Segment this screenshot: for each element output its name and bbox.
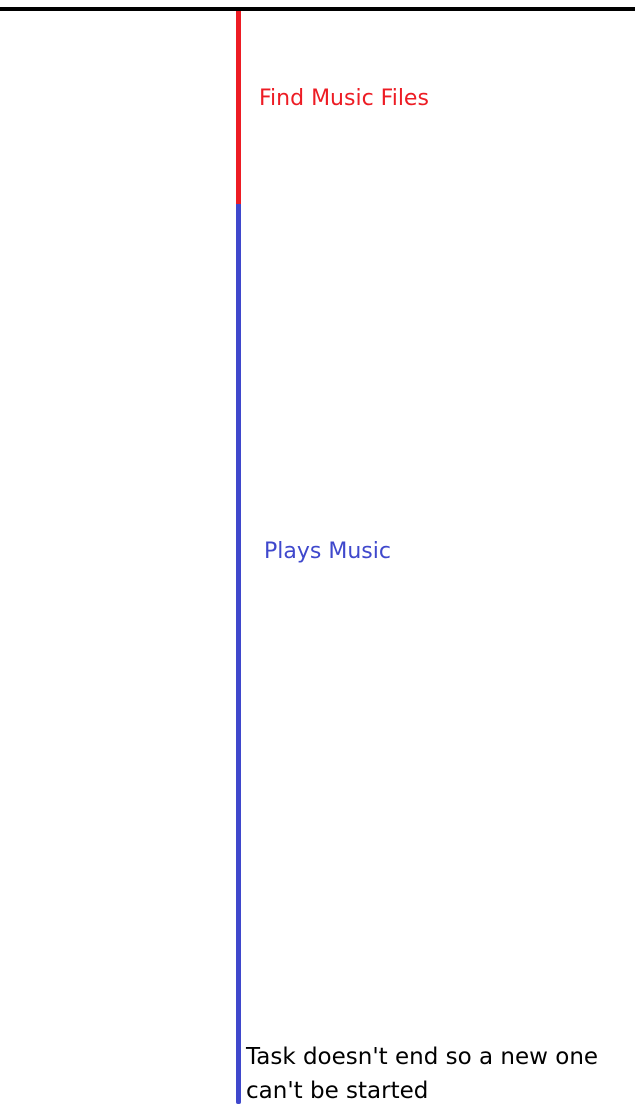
find-music-files-segment	[236, 11, 241, 206]
task-end-note: Task doesn't end so a new one can't be s…	[246, 1044, 599, 1104]
top-divider-line	[0, 7, 635, 11]
find-music-files-label: Find Music Files	[259, 86, 429, 111]
plays-music-label: Plays Music	[264, 539, 391, 564]
plays-music-segment	[236, 204, 241, 1104]
